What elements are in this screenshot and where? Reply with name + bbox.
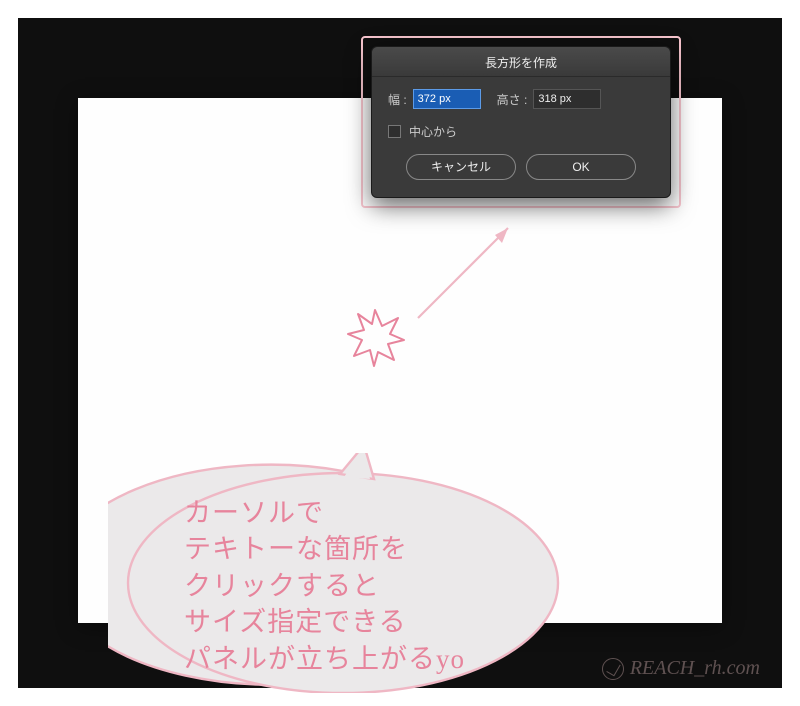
from-center-row: 中心から xyxy=(372,113,670,140)
bubble-text: カーソルで テキトーな箇所を クリックすると サイズ指定できる パネルが立ち上が… xyxy=(184,495,465,677)
app-workspace: 長方形を作成 幅 : 高さ : 中心から キャンセル OK xyxy=(18,18,782,688)
width-label: 幅 : xyxy=(388,91,407,108)
annotation-highlight-box: 長方形を作成 幅 : 高さ : 中心から キャンセル OK xyxy=(361,36,681,208)
cancel-button[interactable]: キャンセル xyxy=(406,154,516,180)
create-rectangle-dialog: 長方形を作成 幅 : 高さ : 中心から キャンセル OK xyxy=(371,46,671,198)
watermark: REACH_rh.com xyxy=(602,657,760,680)
ok-button[interactable]: OK xyxy=(526,154,636,180)
height-input[interactable] xyxy=(533,89,601,109)
dimensions-row: 幅 : 高さ : xyxy=(372,77,670,113)
width-input[interactable] xyxy=(413,89,481,109)
watermark-icon xyxy=(602,658,624,680)
from-center-label: 中心から xyxy=(409,123,457,140)
speech-bubble: カーソルで テキトーな箇所を クリックすると サイズ指定できる パネルが立ち上が… xyxy=(108,453,578,693)
height-label: 高さ : xyxy=(497,91,528,108)
dialog-buttons-row: キャンセル OK xyxy=(372,140,670,180)
from-center-checkbox[interactable] xyxy=(388,125,401,138)
watermark-text: REACH_rh.com xyxy=(630,657,760,680)
dialog-title: 長方形を作成 xyxy=(372,47,670,77)
